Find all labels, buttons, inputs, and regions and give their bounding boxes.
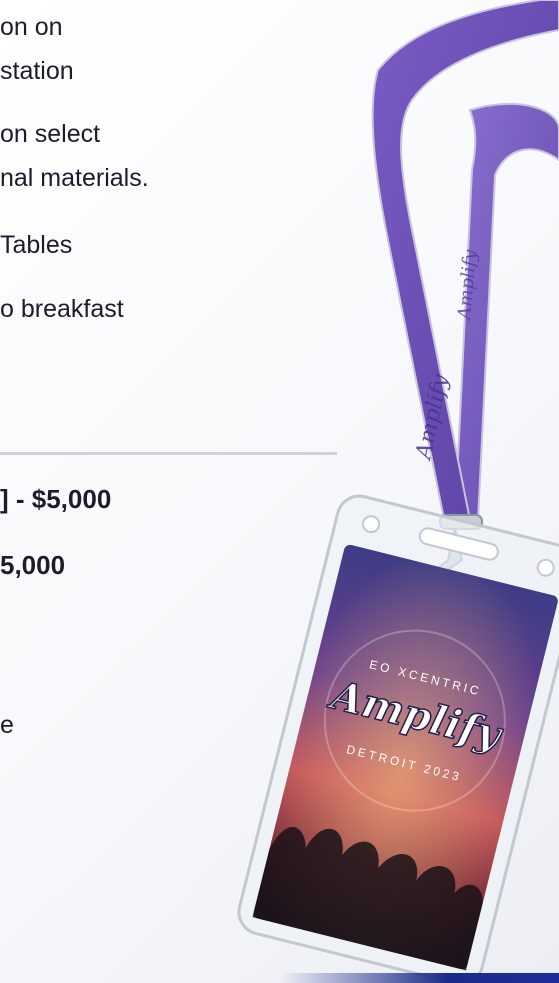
lanyard-badge-image: Amplify Amplify EO XCENTRIC Amplify DETR… [237,0,559,983]
footer-accent-bar [0,973,559,983]
